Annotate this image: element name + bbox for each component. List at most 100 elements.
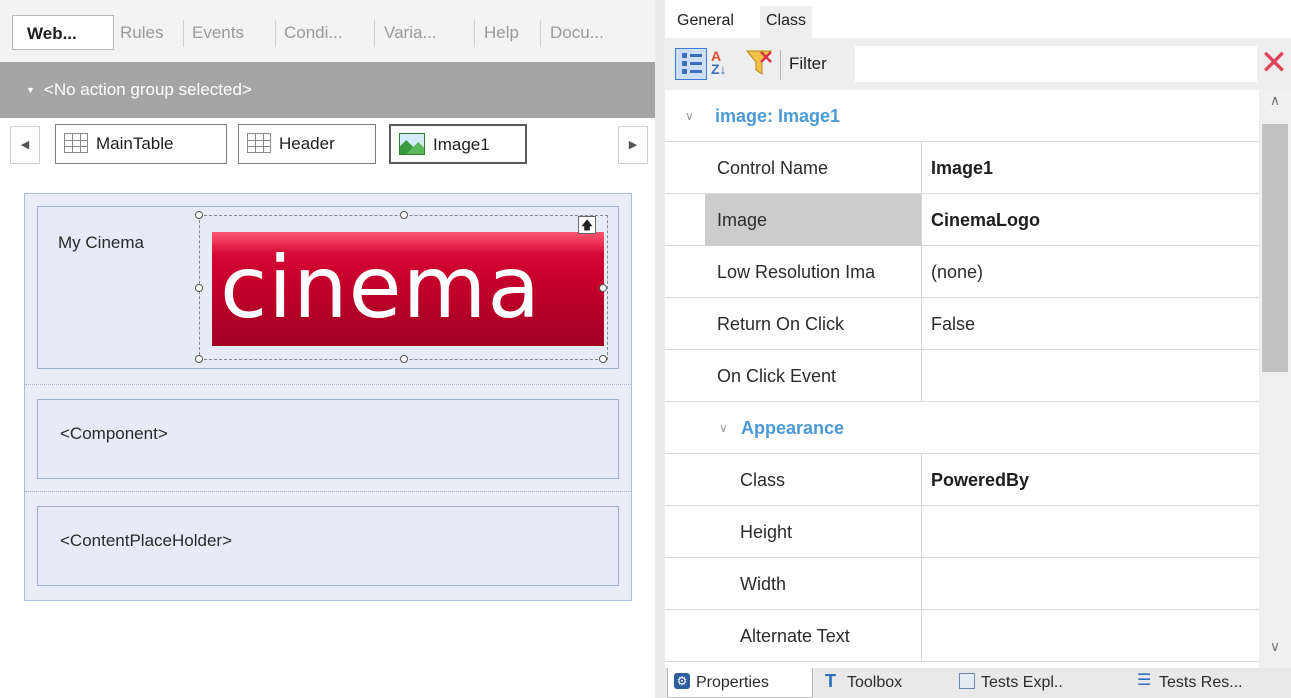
toolbar-separator [780, 50, 781, 80]
property-row-on-click-event[interactable]: On Click Event [665, 350, 1259, 402]
tab-general[interactable]: General [671, 6, 740, 38]
resize-handle[interactable] [599, 284, 607, 292]
pane-splitter[interactable] [655, 0, 665, 698]
my-cinema-text[interactable]: My Cinema [58, 233, 144, 253]
property-value[interactable]: (none) [923, 246, 1259, 298]
design-canvas[interactable]: My Cinema cinema 🡅 <Component> <ContentP… [24, 193, 632, 601]
breadcrumb: ◀ MainTable Header Image1 ▶ [0, 118, 655, 176]
grid-icon [247, 133, 271, 154]
tab-label: Toolbox [847, 674, 903, 691]
property-value[interactable] [923, 506, 1259, 558]
property-name: Control Name [705, 142, 922, 194]
property-name: Image [705, 194, 922, 246]
tab-label: Properties [696, 674, 769, 691]
property-row-alternate-text[interactable]: Alternate Text [665, 610, 1259, 662]
filter-label: Filter [789, 54, 827, 73]
row-divider [25, 491, 631, 492]
image-icon [399, 132, 425, 155]
breadcrumb-label: Header [279, 134, 335, 153]
scrollbar-thumb[interactable] [1262, 124, 1288, 372]
properties-tab-strip: General Class [665, 0, 1291, 38]
tab-variables[interactable]: Varia... [378, 15, 468, 50]
property-value[interactable]: CinemaLogo ... [923, 194, 1259, 246]
tab-toolbox[interactable]: T Toolbox [819, 668, 947, 698]
action-group-label: <No action group selected> [43, 80, 252, 99]
properties-pane: General Class A Z↓ Filter ✕ ∨ image: Imag… [665, 0, 1291, 698]
properties-icon: ⚙ [674, 673, 690, 690]
sort-az-icon[interactable]: A Z↓ [711, 48, 743, 80]
web-form-designer: Web... Rules Events Condi... Varia... He… [0, 0, 655, 698]
tab-help[interactable]: Help [478, 15, 536, 50]
categorized-icon[interactable] [675, 48, 707, 80]
breadcrumb-label: MainTable [96, 134, 174, 153]
tab-properties[interactable]: ⚙ Properties [667, 668, 813, 698]
chevron-down-icon[interactable]: ∨ [685, 90, 694, 142]
resize-handle[interactable] [195, 355, 203, 363]
property-value[interactable]: Image1 [923, 142, 1259, 194]
property-grid: ∨ image: Image1 Control Name Image1 Imag… [665, 90, 1259, 668]
image1-control[interactable]: cinema 🡅 [195, 211, 608, 363]
tab-conditions[interactable]: Condi... [278, 15, 370, 50]
scroll-right-button[interactable]: ▶ [618, 126, 648, 164]
chevron-down-icon[interactable]: ∨ [719, 402, 728, 454]
tab-rules[interactable]: Rules [114, 15, 180, 50]
breadcrumb-item-header[interactable]: Header [238, 124, 376, 164]
breadcrumb-item-maintable[interactable]: MainTable [55, 124, 227, 164]
tests-results-icon: ☰ [1137, 672, 1152, 690]
property-row-width[interactable]: Width [665, 558, 1259, 610]
resize-handle[interactable] [599, 355, 607, 363]
component-placeholder-text: <Component> [60, 424, 168, 443]
tests-explorer-icon [959, 673, 975, 690]
close-icon[interactable]: ✕ [1259, 46, 1289, 82]
header-cell[interactable]: My Cinema cinema 🡅 [37, 206, 619, 369]
tab-tests-results[interactable]: ☰ Tests Res... [1131, 668, 1289, 698]
tool-window-tab-strip: ⚙ Properties T Toolbox Tests Expl.. ☰ Tests… [665, 668, 1291, 698]
tab-class[interactable]: Class [760, 6, 813, 38]
chevron-down-icon[interactable]: ∨ [1259, 638, 1291, 664]
tab-separator [374, 20, 375, 47]
property-row-height[interactable]: Height [665, 506, 1259, 558]
tab-separator [540, 20, 541, 47]
cinema-logo-image[interactable]: cinema [212, 232, 604, 346]
property-row-return-on-click[interactable]: Return On Click False [665, 298, 1259, 350]
arrow-up-icon[interactable]: 🡅 [578, 216, 596, 234]
property-row-low-resolution-image[interactable]: Low Resolution Ima (none) [665, 246, 1259, 298]
document-tab-strip: Web... Rules Events Condi... Varia... He… [0, 0, 655, 62]
tab-documentation[interactable]: Docu... [544, 15, 634, 50]
resize-handle[interactable] [195, 211, 203, 219]
property-value[interactable] [923, 558, 1259, 610]
scroll-left-button[interactable]: ◀ [10, 126, 40, 164]
resize-handle[interactable] [400, 211, 408, 219]
tab-web-form[interactable]: Web... [12, 15, 114, 50]
chevron-up-icon[interactable]: ∧ [1259, 92, 1291, 118]
property-name: Low Resolution Ima [705, 246, 922, 298]
breadcrumb-item-image1[interactable]: Image1 [389, 124, 527, 164]
resize-handle[interactable] [400, 355, 408, 363]
property-row-image[interactable]: Image CinemaLogo ... [665, 194, 1259, 246]
tab-tests-explorer[interactable]: Tests Expl.. [953, 668, 1121, 698]
component-cell[interactable]: <Component> [37, 399, 619, 479]
section-title: image: Image1 [715, 106, 841, 126]
row-divider [25, 384, 631, 385]
property-row-class[interactable]: Class PoweredBy [665, 454, 1259, 506]
tab-events[interactable]: Events [186, 15, 272, 50]
property-value[interactable] [923, 610, 1259, 662]
filter-input[interactable] [855, 46, 1257, 82]
tab-label: Tests Expl.. [981, 674, 1063, 691]
property-value[interactable]: False [923, 298, 1259, 350]
action-group-selector[interactable]: ▼ <No action group selected> [0, 62, 655, 118]
property-name: Class [728, 454, 922, 506]
resize-handle[interactable] [195, 284, 203, 292]
content-placeholder-cell[interactable]: <ContentPlaceHolder> [37, 506, 619, 586]
properties-toolbar: A Z↓ Filter ✕ [665, 38, 1291, 90]
tab-separator [474, 20, 475, 47]
logo-text: cinema [220, 238, 542, 338]
property-name: Alternate Text [728, 610, 922, 662]
filter-icon[interactable] [745, 48, 777, 80]
section-image[interactable]: ∨ image: Image1 [665, 90, 1259, 142]
property-value[interactable] [923, 350, 1259, 402]
section-appearance[interactable]: ∨ Appearance [665, 402, 1259, 454]
vertical-scrollbar[interactable]: ∧ ∨ [1259, 90, 1291, 668]
property-value[interactable]: PoweredBy [923, 454, 1259, 506]
property-row-control-name[interactable]: Control Name Image1 [665, 142, 1259, 194]
